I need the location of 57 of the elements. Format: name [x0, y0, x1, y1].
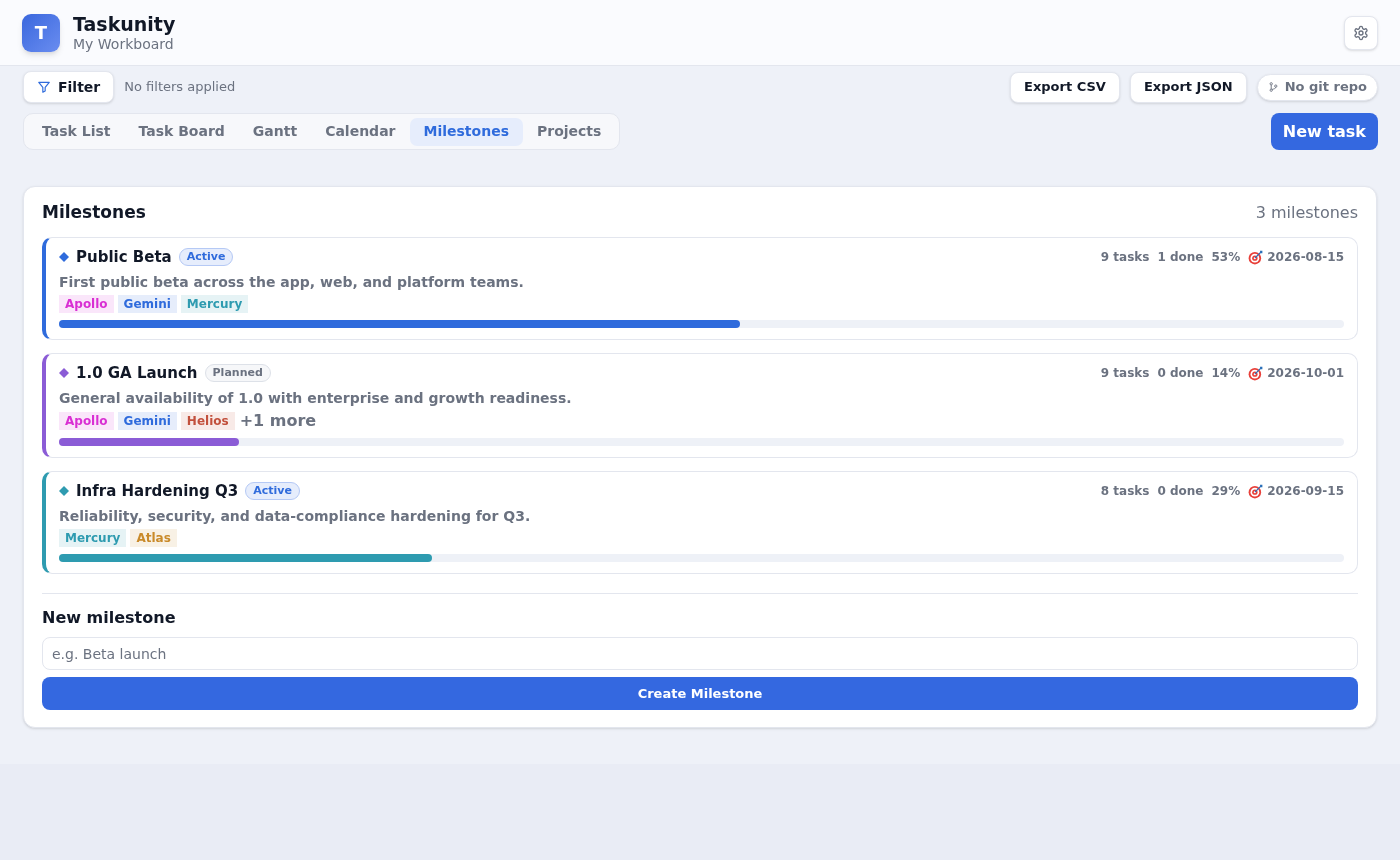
- branch-icon: [1267, 81, 1279, 93]
- milestone-description: Reliability, security, and data-compliance hardening for Q3.: [59, 507, 532, 526]
- project-tag: Apollo: [59, 412, 114, 430]
- milestone-title: 1.0 GA Launch: [76, 362, 198, 384]
- milestone-title: Public Beta: [76, 246, 172, 268]
- due-date: 2026-10-01: [1267, 365, 1344, 382]
- app-title: Taskunity: [73, 12, 176, 35]
- project-tag: Mercury: [180, 295, 249, 313]
- milestone-count: 3 milestones: [1255, 202, 1358, 224]
- status-badge: Active: [178, 248, 234, 266]
- status-badge: Active: [245, 482, 300, 500]
- due-date: 2026-08-15: [1267, 249, 1344, 266]
- target-icon: [1248, 483, 1264, 499]
- view-tab[interactable]: Task List: [28, 117, 125, 146]
- filter-button[interactable]: Filter: [23, 71, 115, 103]
- project-tag: Helios: [180, 412, 235, 430]
- project-tag: Gemini: [117, 295, 177, 313]
- milestone-description: General availability of 1.0 with enterprise and growth readiness.: [59, 389, 573, 408]
- new-milestone-heading: New milestone: [42, 608, 177, 628]
- more-tags-text: +1 more: [239, 411, 317, 431]
- task-count: 9 tasks: [1100, 365, 1150, 382]
- progress-percent: 29%: [1211, 483, 1241, 500]
- project-tag: Gemini: [117, 412, 177, 430]
- task-count: 8 tasks: [1100, 483, 1150, 500]
- filter-status-text: No filters applied: [124, 78, 236, 97]
- task-count: 9 tasks: [1100, 249, 1150, 266]
- view-tab[interactable]: Calendar: [311, 117, 410, 146]
- project-tag: Mercury: [59, 529, 127, 547]
- panel-title: Milestones: [42, 201, 146, 225]
- milestone-name-field[interactable]: e.g. Beta launch: [42, 637, 1358, 670]
- due-date: 2026-09-15: [1267, 483, 1344, 500]
- git-status-pill: No git repo: [1256, 73, 1378, 101]
- done-count: 0 done: [1157, 365, 1204, 382]
- export-button[interactable]: Export CSV: [1010, 71, 1120, 103]
- done-count: 1 done: [1157, 249, 1204, 266]
- milestone-title: Infra Hardening Q3: [76, 480, 239, 502]
- target-icon: [1248, 365, 1264, 381]
- progress-percent: 53%: [1211, 249, 1241, 266]
- filter-icon: [37, 80, 51, 94]
- status-badge: Planned: [204, 364, 271, 382]
- new-task-button[interactable]: New task: [1270, 113, 1378, 150]
- done-count: 0 done: [1157, 483, 1204, 500]
- settings-button[interactable]: [1344, 15, 1378, 50]
- app-subtitle: My Workboard: [73, 35, 175, 53]
- app-logo: T: [22, 13, 60, 52]
- target-icon: [1248, 249, 1264, 265]
- export-button[interactable]: Export JSON: [1129, 71, 1247, 103]
- settings-icon: [1353, 24, 1369, 41]
- view-tab[interactable]: Task Board: [124, 117, 239, 146]
- project-tag: Apollo: [59, 295, 114, 313]
- progress-percent: 14%: [1211, 365, 1241, 382]
- create-milestone-button[interactable]: Create Milestone: [42, 677, 1358, 710]
- view-tab[interactable]: Gantt: [238, 117, 312, 146]
- view-tab[interactable]: Milestones: [409, 117, 523, 146]
- project-tag: Atlas: [130, 529, 177, 547]
- milestone-description: First public beta across the app, web, and platform teams.: [59, 273, 525, 292]
- view-tab[interactable]: Projects: [522, 117, 616, 146]
